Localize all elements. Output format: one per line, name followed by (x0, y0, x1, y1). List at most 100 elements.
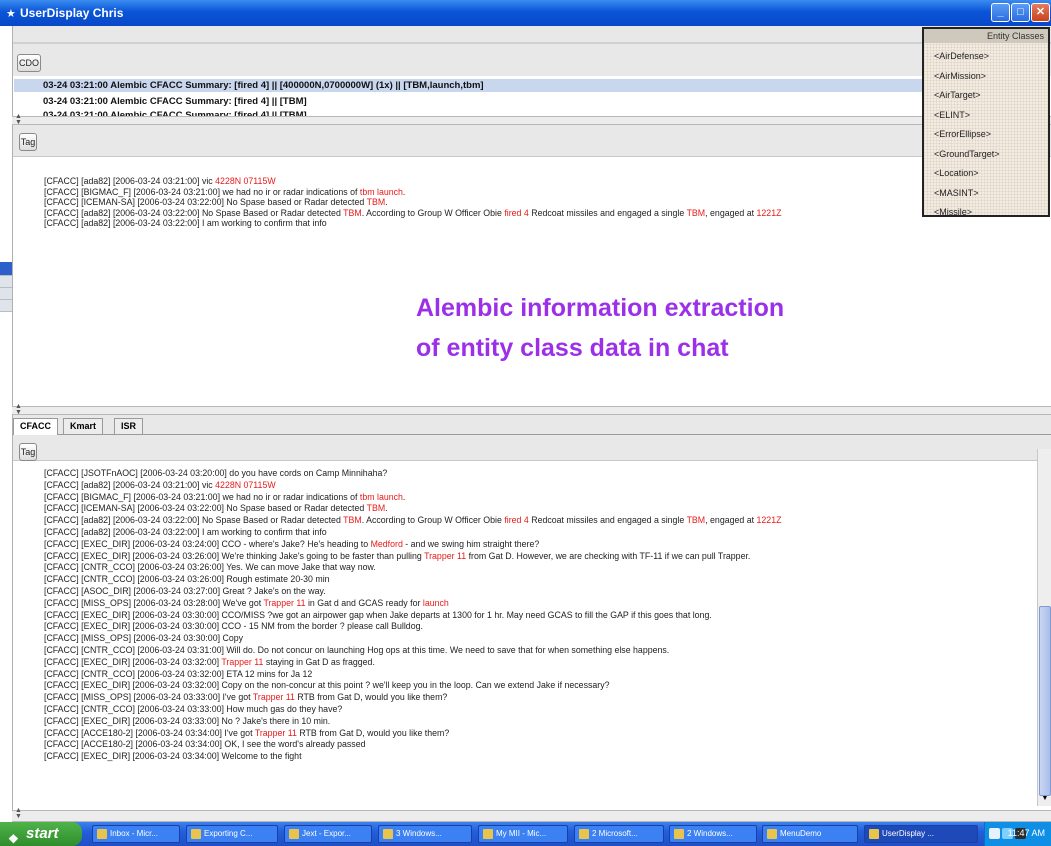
entity-highlight: 1221Z (756, 515, 782, 526)
chat-line[interactable]: [CFACC] [CNTR_CCO] [2006-03-24 03:31:00]… (44, 645, 669, 655)
taskbar-item-label: MenuDemo (780, 829, 822, 838)
tab-kmart[interactable]: Kmart (63, 418, 104, 434)
splitter[interactable]: ▲ ▼ (12, 807, 1051, 822)
chat-text: - and we swing him straight there? (402, 538, 540, 549)
taskbar-item-label: 2 Microsoft... (592, 829, 638, 838)
chat-line[interactable]: [CFACC] [CNTR_CCO] [2006-03-24 03:33:00]… (44, 704, 342, 714)
chat-text: , engaged at (705, 515, 757, 526)
taskbar-item[interactable]: MenuDemo (762, 825, 858, 843)
chat-line[interactable]: [CFACC] [JSOTFnAOC] [2006-03-24 03:20:00… (44, 468, 387, 478)
summary-row[interactable]: 03-24 03:21:00 Alembic CFACC Summary: [f… (14, 79, 1038, 92)
chat-line[interactable]: [CFACC] [ada82] [2006-03-24 03:22:00] I … (44, 218, 327, 228)
title-bar: ★ UserDisplay Chris _ □ ✕ (0, 0, 1051, 26)
chat-line[interactable]: [CFACC] [BIGMAC_F] [2006-03-24 03:21:00]… (44, 187, 405, 197)
chat-line[interactable]: [CFACC] [ASOC_DIR] [2006-03-24 03:27:00]… (44, 586, 326, 596)
entity-class-item[interactable]: <MASINT> (934, 188, 979, 198)
windows-flag-icon: ❖ (8, 832, 19, 846)
taskbar-item[interactable]: 2 Microsoft... (574, 825, 664, 843)
taskbar-item[interactable]: UserDisplay ... (864, 825, 978, 843)
entity-classes-panel: Entity Classes <AirDefense> <AirMission> <… (922, 27, 1050, 217)
chat-text: Redcoat missiles and engaged a single (528, 515, 687, 526)
chat-text: [CFACC] [CNTR_CCO] [2006-03-24 03:31:00]… (44, 645, 670, 655)
taskbar-item[interactable]: Exporting C... (186, 825, 278, 843)
chat-line[interactable]: [CFACC] [MISS_OPS] [2006-03-24 03:30:00]… (44, 633, 243, 643)
maximize-button[interactable]: □ (1011, 3, 1030, 22)
entity-class-item[interactable]: <ErrorEllipse> (934, 129, 991, 139)
splitter[interactable]: ▲ ▼ (12, 113, 1051, 126)
network-icon[interactable] (989, 828, 1000, 839)
chat-line[interactable]: [CFACC] [EXEC_DIR] [2006-03-24 03:30:00]… (44, 610, 712, 620)
annotation-line-1: Alembic information extraction (416, 294, 785, 322)
chat-line[interactable]: [CFACC] [CNTR_CCO] [2006-03-24 03:26:00]… (44, 574, 330, 584)
chat-text: [CFACC] [CNTR_CCO] [2006-03-24 03:26:00]… (44, 574, 330, 585)
taskbar-item[interactable]: 3 Windows... (378, 825, 472, 843)
entity-class-item[interactable]: <AirMission> (934, 71, 986, 81)
cdo-button[interactable]: CDO (17, 54, 41, 72)
taskbar-item[interactable]: 2 Windows... (669, 825, 757, 843)
chat-text: [CFACC] [BIGMAC_F] [2006-03-24 03:21:00]… (44, 186, 360, 197)
scroll-down-arrow[interactable]: ▼ (1039, 795, 1051, 805)
chat-line[interactable]: [CFACC] [EXEC_DIR] [2006-03-24 03:26:00]… (44, 551, 750, 561)
entity-class-item[interactable]: <GroundTarget> (934, 149, 1000, 159)
entity-class-item[interactable]: <ELINT> (934, 110, 970, 120)
splitter[interactable]: ▲ ▼ (12, 403, 1051, 416)
minimize-button[interactable]: _ (991, 3, 1010, 22)
chat-text: [CFACC] [BIGMAC_F] [2006-03-24 03:21:00]… (44, 491, 360, 502)
window-title: UserDisplay Chris (20, 6, 124, 20)
tab-isr[interactable]: ISR (114, 418, 144, 434)
chat-text: [CFACC] [ada82] [2006-03-24 03:21:00] vi… (44, 479, 216, 490)
background-window-strip (0, 276, 12, 288)
taskbar-item[interactable]: My MII - Mic... (478, 825, 568, 843)
chat-line[interactable]: [CFACC] [ICEMAN-SA] [2006-03-24 03:22:00… (44, 197, 388, 207)
chat-line[interactable]: [CFACC] [CNTR_CCO] [2006-03-24 03:32:00]… (44, 669, 312, 679)
chat-panel-top: Tag (12, 125, 1051, 408)
chat-line[interactable]: [CFACC] [ICEMAN-SA] [2006-03-24 03:22:00… (44, 503, 388, 513)
entity-highlight: Trapper 11 (254, 727, 297, 738)
chat-line[interactable]: [CFACC] [EXEC_DIR] [2006-03-24 03:30:00]… (44, 621, 423, 631)
scrollbar-thumb[interactable] (1039, 606, 1051, 796)
chat-text: . According to Group W Officer Obie (361, 515, 505, 526)
chat-line[interactable]: [CFACC] [ada82] [2006-03-24 03:21:00] vi… (44, 176, 276, 186)
entity-highlight: TBM (366, 503, 386, 514)
chat-text: RTB from Gat D, would you like them? (294, 692, 448, 703)
chat-text: [CFACC] [ICEMAN-SA] [2006-03-24 03:22:00… (44, 197, 367, 208)
splitter-arrows: ▲ ▼ (15, 807, 22, 820)
chat-line[interactable]: [CFACC] [ACCE180-2] [2006-03-24 03:34:00… (44, 739, 365, 749)
chat-text: . (385, 197, 388, 208)
taskbar-item[interactable]: Jext - Expor... (284, 825, 372, 843)
chat-line[interactable]: [CFACC] [ada82] [2006-03-24 03:22:00] No… (44, 208, 781, 218)
chat-line[interactable]: [CFACC] [ACCE180-2] [2006-03-24 03:34:00… (44, 728, 449, 738)
chat-line[interactable]: [CFACC] [EXEC_DIR] [2006-03-24 03:32:00]… (44, 657, 375, 667)
entity-class-item[interactable]: <Missile> (934, 207, 972, 217)
chat-line[interactable]: [CFACC] [EXEC_DIR] [2006-03-24 03:32:00]… (44, 680, 610, 690)
chat-line[interactable]: [CFACC] [ada82] [2006-03-24 03:21:00] vi… (44, 480, 276, 490)
chat-text: [CFACC] [MISS_OPS] [2006-03-24 03:30:00]… (44, 633, 244, 644)
chat-line[interactable]: [CFACC] [MISS_OPS] [2006-03-24 03:28:00]… (44, 598, 449, 608)
chat-text: [CFACC] [EXEC_DIR] [2006-03-24 03:30:00]… (44, 621, 423, 632)
chat-line[interactable]: [CFACC] [MISS_OPS] [2006-03-24 03:33:00]… (44, 692, 447, 702)
chat-text: [CFACC] [EXEC_DIR] [2006-03-24 03:24:00]… (44, 538, 371, 549)
chat-line[interactable]: [CFACC] [EXEC_DIR] [2006-03-24 03:24:00]… (44, 539, 539, 549)
entity-class-item[interactable]: <AirDefense> (934, 51, 989, 61)
taskbar-item[interactable]: Inbox - Micr... (92, 825, 180, 843)
chat-line[interactable]: [CFACC] [EXEC_DIR] [2006-03-24 03:34:00]… (44, 751, 302, 761)
tag-button[interactable]: Tag (19, 443, 37, 461)
chat-line[interactable]: [CFACC] [ada82] [2006-03-24 03:22:00] No… (44, 515, 781, 525)
close-button[interactable]: ✕ (1031, 3, 1050, 22)
tab-cfacc[interactable]: CFACC (13, 418, 58, 435)
chat-text: . (402, 491, 406, 502)
chat-line[interactable]: [CFACC] [ada82] [2006-03-24 03:22:00] I … (44, 527, 327, 537)
entity-class-item[interactable]: <Location> (934, 168, 979, 178)
chat-text: [CFACC] [EXEC_DIR] [2006-03-24 03:34:00]… (44, 751, 302, 762)
vertical-scrollbar[interactable]: ▼ (1037, 449, 1051, 806)
entity-class-item[interactable]: <AirTarget> (934, 90, 981, 100)
chat-line[interactable]: [CFACC] [CNTR_CCO] [2006-03-24 03:26:00]… (44, 562, 376, 572)
chat-text: [CFACC] [CNTR_CCO] [2006-03-24 03:26:00]… (44, 562, 376, 573)
chat-line[interactable]: [CFACC] [BIGMAC_F] [2006-03-24 03:21:00]… (44, 492, 405, 502)
start-button[interactable]: ❖ start (0, 822, 82, 846)
entity-highlight: tbm launch (359, 186, 403, 197)
chat-text: . According to Group W Officer Obie (361, 207, 505, 218)
tag-button[interactable]: Tag (19, 133, 37, 151)
chat-line[interactable]: [CFACC] [EXEC_DIR] [2006-03-24 03:33:00]… (44, 716, 330, 726)
summary-row[interactable]: 03-24 03:21:00 Alembic CFACC Summary: [f… (43, 96, 307, 107)
